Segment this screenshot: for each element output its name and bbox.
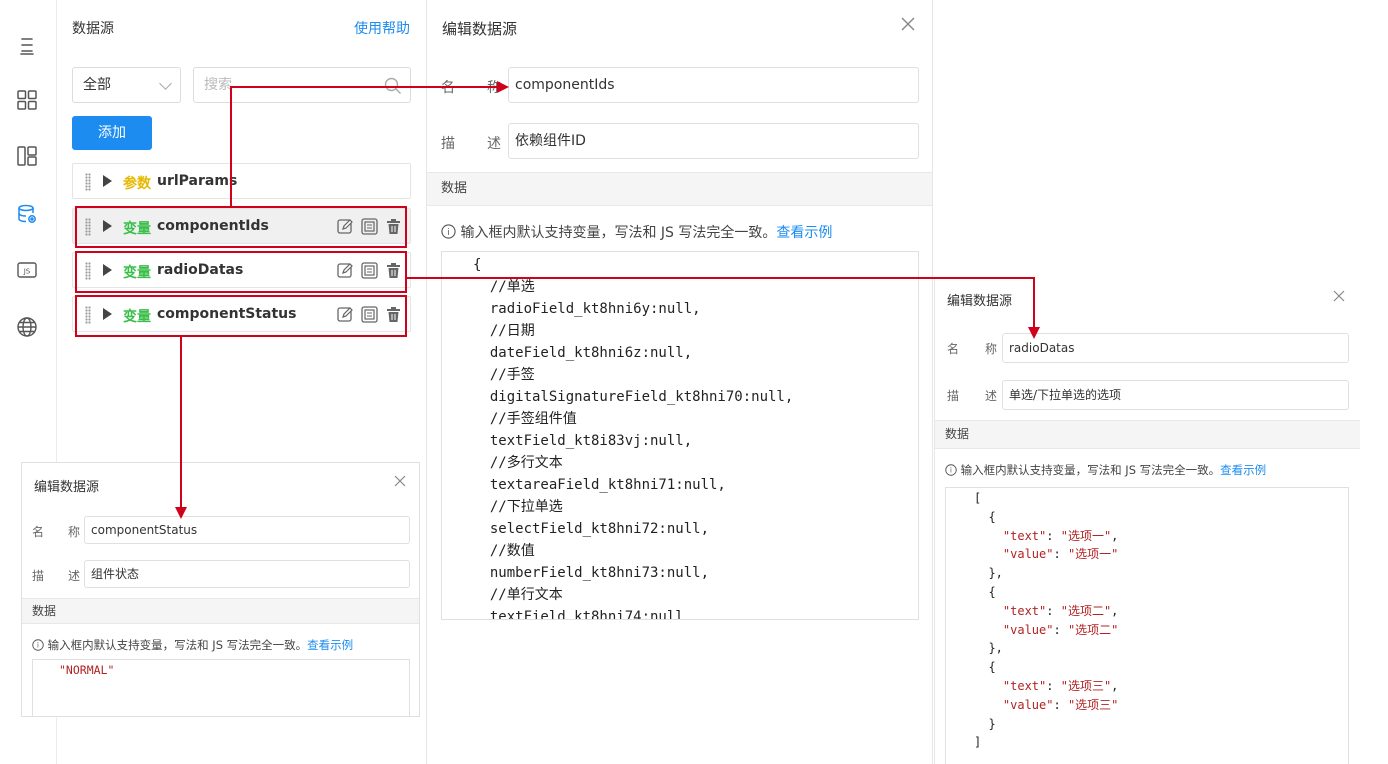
item-kind: 参数 (123, 176, 151, 192)
name-input[interactable]: componentIds (508, 67, 919, 103)
code-content: [ { "text": "选项一", "value": "选项一" }, { "… (974, 491, 1119, 750)
name-label: 名 (947, 342, 960, 356)
svg-text:i: i (447, 227, 449, 237)
chevron-down-icon (159, 77, 172, 90)
data-section-header: 数据 (427, 172, 932, 206)
data-section-header: 数据 (935, 420, 1360, 449)
datasource-icon[interactable] (14, 201, 40, 227)
datasource-panel-title: 数据源 (72, 21, 114, 37)
globe-icon[interactable] (14, 314, 40, 340)
type-filter-value: 全部 (83, 77, 111, 93)
info-icon: i (945, 463, 957, 477)
data-tip: i 输入框内默认支持变量，写法和 JS 写法完全一致。查看示例 (32, 637, 353, 653)
code-content: { //单选 radioField_kt8hni6y:null, //日期 da… (473, 257, 794, 620)
close-icon[interactable] (1333, 290, 1345, 302)
edit-datasource-panel-main: 编辑数据源 名 称 componentIds 描 述 依赖组件ID 数据 i 输… (427, 0, 933, 764)
highlight-radiodatas (75, 251, 407, 293)
arrow-line (1033, 277, 1035, 329)
arrow-line (180, 337, 182, 509)
arrow-line (230, 86, 500, 88)
desc-label-2: 述 (985, 389, 998, 403)
datasource-item-urlparams[interactable]: 参数 urlParams (72, 163, 411, 199)
data-tip: i 输入框内默认支持变量，写法和 JS 写法完全一致。查看示例 (945, 462, 1266, 478)
desc-label: 描 (32, 569, 45, 583)
svg-text:i: i (37, 642, 39, 650)
edit-datasource-panel-radio: 编辑数据源 名 称 radioDatas 描 述 单选/下拉单选的选项 数据 i… (934, 277, 1360, 764)
info-icon: i (441, 224, 456, 241)
close-icon[interactable] (901, 17, 915, 31)
highlight-componentstatus (75, 295, 407, 337)
drag-handle-icon[interactable] (85, 173, 91, 191)
name-label-2: 称 (985, 342, 998, 356)
arrow-head-icon (1028, 327, 1040, 339)
code-editor[interactable]: [ { "text": "选项一", "value": "选项一" }, { "… (945, 487, 1349, 764)
data-section-header: 数据 (22, 598, 419, 624)
arrow-line (407, 277, 1034, 279)
view-example-link[interactable]: 查看示例 (1220, 463, 1266, 477)
close-icon[interactable] (394, 475, 406, 487)
editor-title: 编辑数据源 (947, 294, 1013, 309)
name-label-2: 称 (68, 525, 81, 539)
code-editor[interactable]: "NORMAL" (32, 659, 410, 717)
code-editor[interactable]: { //单选 radioField_kt8hni6y:null, //日期 da… (441, 251, 919, 620)
view-example-link[interactable]: 查看示例 (776, 225, 832, 241)
layout-icon[interactable] (14, 143, 40, 169)
item-name: urlParams (157, 173, 238, 189)
name-label: 名 (32, 525, 45, 539)
tip-text: 输入框内默认支持变量，写法和 JS 写法完全一致。 (47, 638, 308, 652)
code-content: "NORMAL" (59, 663, 115, 677)
desc-label: 描 (441, 136, 455, 152)
name-input[interactable]: componentStatus (84, 516, 410, 544)
desc-label: 描 (947, 389, 960, 403)
description-input[interactable]: 组件状态 (84, 560, 410, 588)
search-icon[interactable] (384, 77, 402, 99)
highlight-componentids (75, 206, 407, 248)
arrow-line (230, 87, 232, 208)
arrow-head-icon (175, 507, 187, 519)
info-icon: i (32, 638, 44, 652)
type-filter-select[interactable]: 全部 (72, 67, 181, 103)
components-icon[interactable] (14, 87, 40, 113)
name-input[interactable]: radioDatas (1002, 333, 1349, 363)
view-example-link[interactable]: 查看示例 (307, 638, 353, 652)
edit-datasource-panel-status: 编辑数据源 名 称 componentStatus 描 述 组件状态 数据 i … (21, 462, 420, 717)
svg-text:i: i (950, 467, 952, 475)
svg-text:JS: JS (23, 268, 31, 276)
arrow-head-icon (497, 81, 509, 93)
description-input[interactable]: 单选/下拉单选的选项 (1002, 380, 1349, 410)
help-link[interactable]: 使用帮助 (354, 18, 410, 38)
data-tip: i 输入框内默认支持变量，写法和 JS 写法完全一致。查看示例 (441, 222, 832, 242)
description-input[interactable]: 依赖组件ID (508, 123, 919, 159)
desc-label-2: 述 (487, 136, 501, 152)
desc-label-2: 述 (68, 569, 81, 583)
editor-title: 编辑数据源 (442, 20, 518, 38)
tip-text: 输入框内默认支持变量，写法和 JS 写法完全一致。 (460, 225, 777, 241)
js-icon[interactable]: JS (14, 257, 40, 283)
add-button[interactable]: 添加 (72, 116, 152, 150)
tip-text: 输入框内默认支持变量，写法和 JS 写法完全一致。 (960, 463, 1221, 477)
editor-title: 编辑数据源 (34, 480, 100, 495)
expand-icon[interactable] (103, 175, 112, 187)
search-box[interactable] (193, 67, 411, 103)
outline-icon[interactable] (14, 33, 40, 59)
